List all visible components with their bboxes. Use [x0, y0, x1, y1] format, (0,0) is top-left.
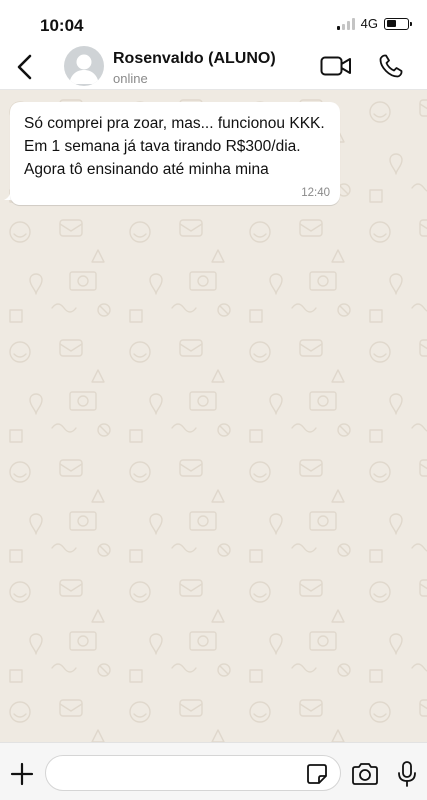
status-time: 10:04 [40, 16, 84, 35]
default-avatar-icon [69, 54, 99, 84]
microphone-icon[interactable] [396, 760, 418, 788]
message-text: Só comprei pra zoar, mas... funcionou KK… [24, 115, 325, 178]
video-call-icon[interactable] [320, 54, 352, 78]
battery-level [386, 20, 396, 27]
phone-icon[interactable] [378, 53, 404, 79]
camera-icon[interactable] [351, 762, 379, 786]
chat-area[interactable]: Só comprei pra zoar, mas... funcionou KK… [0, 90, 427, 742]
status-indicators: 4G [336, 16, 412, 31]
chat-header: Rosenvaldo (ALUNO) online [0, 44, 427, 90]
contact-status: online [113, 71, 148, 86]
plus-icon[interactable] [10, 762, 34, 786]
avatar[interactable] [64, 46, 104, 86]
battery-icon [384, 17, 412, 30]
status-bar: 10:04 4G [0, 0, 427, 44]
chevron-left-icon[interactable] [14, 54, 36, 80]
network-type: 4G [360, 16, 378, 31]
message-time: 12:40 [301, 187, 330, 199]
signal-strength-icon [336, 17, 355, 30]
message-composer [0, 742, 427, 800]
message-input[interactable] [45, 755, 341, 791]
message-bubble[interactable]: Só comprei pra zoar, mas... funcionou KK… [10, 102, 340, 205]
contact-name[interactable]: Rosenvaldo (ALUNO) [113, 50, 276, 68]
sticker-icon[interactable] [306, 763, 328, 785]
